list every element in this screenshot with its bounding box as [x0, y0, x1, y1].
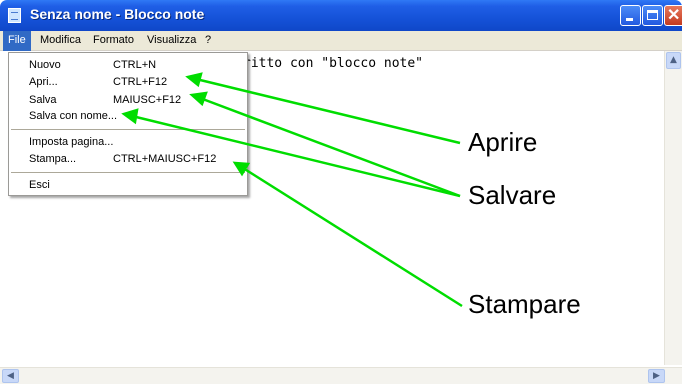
menu-modifica[interactable]: Modifica	[40, 34, 81, 46]
close-button[interactable]: ✕	[664, 5, 682, 26]
minimize-button[interactable]	[620, 5, 641, 26]
menu-item-label: Imposta pagina...	[29, 136, 114, 148]
menu-item-label: Stampa...	[29, 153, 77, 165]
editor-text: ritto con "blocco note"	[243, 56, 424, 71]
menu-item-stampa[interactable]: Stampa... CTRL+MAIUSC+F12	[9, 152, 247, 168]
menu-item-salva[interactable]: Salva MAIUSC+F12	[9, 93, 247, 109]
menu-item-shortcut: CTRL+F12	[113, 76, 168, 88]
menu-item-label: Esci	[29, 179, 50, 191]
scroll-right-button[interactable]: ▶	[648, 369, 665, 383]
menu-item-label: Apri...	[29, 76, 58, 88]
menu-bar: File Modifica Formato Visualizza ?	[0, 31, 682, 51]
window-title: Senza nome - Blocco note	[30, 6, 205, 22]
menu-item-salva-con-nome[interactable]: Salva con nome...	[9, 109, 247, 125]
annotation-aprire: Aprire	[468, 127, 538, 157]
menu-item-label: Nuovo	[29, 59, 61, 71]
menu-help[interactable]: ?	[205, 34, 211, 46]
menu-item-shortcut: CTRL+MAIUSC+F12	[113, 153, 217, 165]
menu-item-apri[interactable]: Apri... CTRL+F12	[9, 75, 247, 91]
vertical-scrollbar[interactable]: ▲	[664, 51, 682, 365]
menu-item-esci[interactable]: Esci	[9, 178, 247, 194]
close-icon: ✕	[667, 7, 681, 24]
menu-item-label: Salva con nome...	[29, 110, 118, 122]
menu-formato[interactable]: Formato	[93, 34, 134, 46]
annotation-stampare: Stampare	[468, 289, 581, 319]
menu-separator	[11, 129, 245, 130]
menu-item-label: Salva	[29, 94, 57, 106]
title-bar: Senza nome - Blocco note ✕	[0, 0, 682, 31]
annotation-salvare: Salvare	[468, 180, 557, 210]
menu-item-shortcut: CTRL+N	[113, 59, 157, 71]
menu-item-nuovo[interactable]: Nuovo CTRL+N	[9, 58, 247, 74]
maximize-button[interactable]	[642, 5, 663, 26]
menu-visualizza[interactable]: Visualizza	[147, 34, 196, 46]
file-menu-dropdown: Nuovo CTRL+N Apri... CTRL+F12 Salva MAIU…	[8, 52, 248, 196]
minimize-icon	[626, 18, 633, 21]
maximize-icon	[647, 10, 658, 20]
scroll-left-button[interactable]: ◀	[2, 369, 19, 383]
scroll-up-button[interactable]: ▲	[666, 52, 681, 69]
horizontal-scrollbar[interactable]: ◀ ▶	[0, 367, 682, 384]
menu-separator	[11, 172, 245, 173]
menu-file[interactable]: File	[3, 31, 31, 51]
menu-item-shortcut: MAIUSC+F12	[113, 94, 182, 106]
notepad-icon[interactable]	[8, 8, 21, 23]
menu-item-imposta-pagina[interactable]: Imposta pagina...	[9, 135, 247, 151]
